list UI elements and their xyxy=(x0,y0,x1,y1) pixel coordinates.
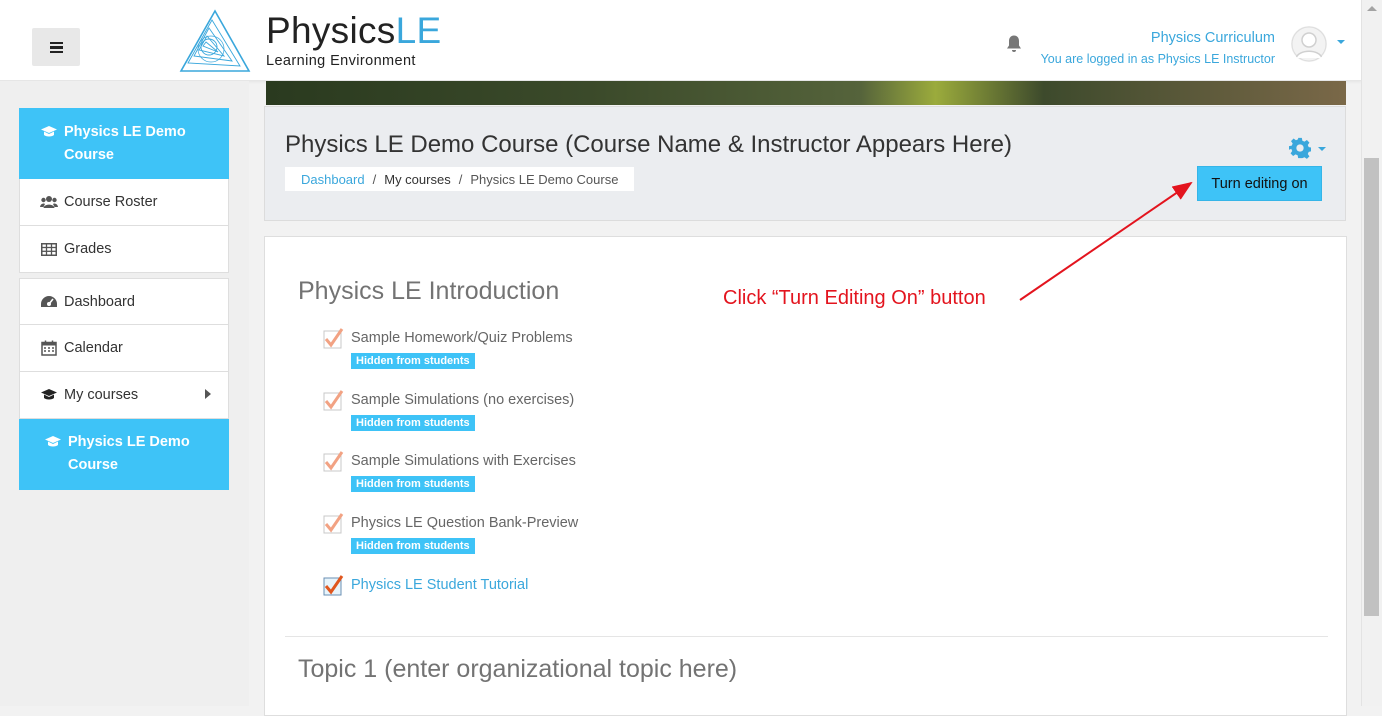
brand-title: PhysicsLE xyxy=(266,10,442,51)
graduation-cap-icon xyxy=(40,387,58,403)
sidebar-item-current-course[interactable]: Physics LE Demo Course xyxy=(19,419,229,490)
sidebar-item-course-roster[interactable]: Course Roster xyxy=(19,179,229,226)
bell-icon[interactable] xyxy=(1005,34,1023,54)
graduation-cap-icon xyxy=(40,124,58,140)
hamburger-icon xyxy=(49,41,63,53)
turn-editing-on-button[interactable]: Turn editing on xyxy=(1197,166,1322,201)
brand-subtitle: Learning Environment xyxy=(266,53,416,69)
breadcrumb: Dashboard / My courses / Physics LE Demo… xyxy=(285,167,635,191)
activity-link[interactable]: Sample Simulations with Exercises xyxy=(351,453,576,469)
section-title[interactable]: Physics LE Introduction xyxy=(298,277,559,306)
page-title: Physics LE Demo Course (Course Name & In… xyxy=(285,131,1012,158)
activity-link[interactable]: Sample Simulations (no exercises) xyxy=(351,392,574,408)
sidebar-item-label: Physics LE Demo Course xyxy=(68,434,190,473)
table-icon xyxy=(40,241,58,257)
checkbox-icon xyxy=(323,513,344,534)
menu-toggle-button[interactable] xyxy=(32,28,80,66)
avatar[interactable] xyxy=(1291,26,1327,62)
top-navbar: PhysicsLE Learning Environment Physics C… xyxy=(0,0,1362,81)
checkbox-icon xyxy=(323,575,344,596)
sidebar-item-label: My courses xyxy=(64,387,139,403)
user-name[interactable]: Physics Curriculum xyxy=(1041,28,1275,48)
activity-link[interactable]: Sample Homework/Quiz Problems xyxy=(351,330,573,346)
checkbox-icon xyxy=(323,451,344,472)
gear-icon[interactable] xyxy=(1289,137,1311,159)
scrollbar-thumb[interactable] xyxy=(1364,158,1379,616)
checkbox-icon xyxy=(323,328,344,349)
sidebar-item-dashboard[interactable]: Dashboard xyxy=(19,278,229,325)
hidden-badge: Hidden from students xyxy=(351,415,475,431)
breadcrumb-dashboard[interactable]: Dashboard xyxy=(301,172,365,187)
sidebar-site-nav: Dashboard Calendar My courses Physics LE… xyxy=(19,278,229,490)
sidebar-item-course[interactable]: Physics LE Demo Course xyxy=(19,108,229,179)
activity-link[interactable]: Physics LE Student Tutorial xyxy=(351,577,528,593)
breadcrumb-current-course: Physics LE Demo Course xyxy=(470,171,619,187)
logo-icon xyxy=(179,9,251,72)
sidebar-item-label: Calendar xyxy=(64,340,123,356)
chevron-down-icon[interactable] xyxy=(1318,147,1326,151)
sidebar-item-calendar[interactable]: Calendar xyxy=(19,325,229,372)
brand-logo[interactable]: PhysicsLE Learning Environment xyxy=(266,10,441,69)
sidebar-item-grades[interactable]: Grades xyxy=(19,226,229,273)
sidebar-item-my-courses[interactable]: My courses xyxy=(19,372,229,419)
breadcrumb-separator: / xyxy=(458,171,463,187)
calendar-icon xyxy=(40,340,58,356)
graduation-cap-icon xyxy=(44,434,62,450)
sidebar: Physics LE Demo Course Course Roster Gra… xyxy=(0,81,249,706)
user-menu[interactable]: Physics Curriculum You are logged in as … xyxy=(1041,28,1275,69)
section-divider xyxy=(285,636,1328,637)
breadcrumb-my-courses[interactable]: My courses xyxy=(384,172,450,187)
course-banner-image xyxy=(266,81,1346,105)
sidebar-item-label: Dashboard xyxy=(64,293,135,310)
dashboard-icon xyxy=(40,294,58,310)
sidebar-item-label: Grades xyxy=(64,241,112,257)
sidebar-item-label: Course Roster xyxy=(64,194,158,210)
chevron-right-icon[interactable] xyxy=(205,389,211,399)
checkbox-icon xyxy=(323,390,344,411)
topic-title[interactable]: Topic 1 (enter organizational topic here… xyxy=(298,655,737,684)
chevron-down-icon[interactable] xyxy=(1337,40,1345,44)
users-icon xyxy=(40,194,58,210)
activity-link[interactable]: Physics LE Question Bank-Preview xyxy=(351,515,578,531)
annotation-callout: Click “Turn Editing On” button xyxy=(723,287,986,309)
hidden-badge: Hidden from students xyxy=(351,353,475,369)
hidden-badge: Hidden from students xyxy=(351,538,475,554)
sidebar-course-nav: Physics LE Demo Course Course Roster Gra… xyxy=(19,108,229,273)
breadcrumb-separator: / xyxy=(372,171,377,187)
login-info: You are logged in as Physics LE Instruct… xyxy=(1040,52,1275,66)
user-avatar-icon xyxy=(1291,26,1327,62)
page-scrollbar[interactable] xyxy=(1361,0,1382,706)
scroll-up-arrow-icon[interactable] xyxy=(1367,6,1377,11)
course-header: Physics LE Demo Course (Course Name & In… xyxy=(264,106,1346,221)
hidden-badge: Hidden from students xyxy=(351,476,475,492)
sidebar-item-label: Physics LE Demo Course xyxy=(64,124,186,163)
